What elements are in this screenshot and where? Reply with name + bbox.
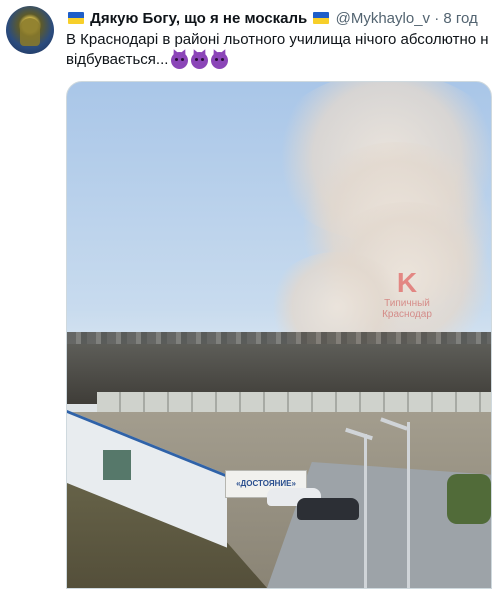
watermark: K Типичный Краснодар bbox=[382, 267, 432, 321]
smiling-devil-emoji-icon bbox=[171, 51, 189, 69]
street-lamp bbox=[407, 422, 410, 588]
fence bbox=[97, 392, 491, 412]
tweet-text: В Краснодарі в районі льотного училища н… bbox=[66, 30, 496, 70]
ukraine-flag-icon bbox=[313, 12, 330, 24]
tweet-photo[interactable]: K Типичный Краснодар «ДОСТОЯНИЕ» bbox=[66, 81, 492, 589]
shrub bbox=[447, 474, 491, 524]
kiosk bbox=[103, 450, 131, 480]
ukraine-flag-icon bbox=[68, 12, 84, 24]
separator-dot: · bbox=[434, 10, 440, 27]
smiling-devil-emoji-icon bbox=[211, 51, 229, 69]
avatar-figure bbox=[20, 18, 40, 46]
tweet-text-line-1: В Краснодарі в районі льотного училища н… bbox=[66, 31, 489, 48]
dark-car bbox=[297, 498, 359, 520]
avatar[interactable] bbox=[6, 6, 54, 54]
tweet-header: Дякую Богу, що я не москаль @Mykhaylo_v … bbox=[66, 9, 496, 29]
display-name[interactable]: Дякую Богу, що я не москаль bbox=[90, 10, 307, 27]
timestamp[interactable]: 8 год bbox=[443, 10, 477, 27]
street-lamp bbox=[364, 434, 367, 588]
user-handle[interactable]: @Mykhaylo_v bbox=[336, 10, 430, 27]
tweet-text-line-2: відбувається... bbox=[66, 51, 169, 68]
smiling-devil-emoji-icon bbox=[191, 51, 209, 69]
